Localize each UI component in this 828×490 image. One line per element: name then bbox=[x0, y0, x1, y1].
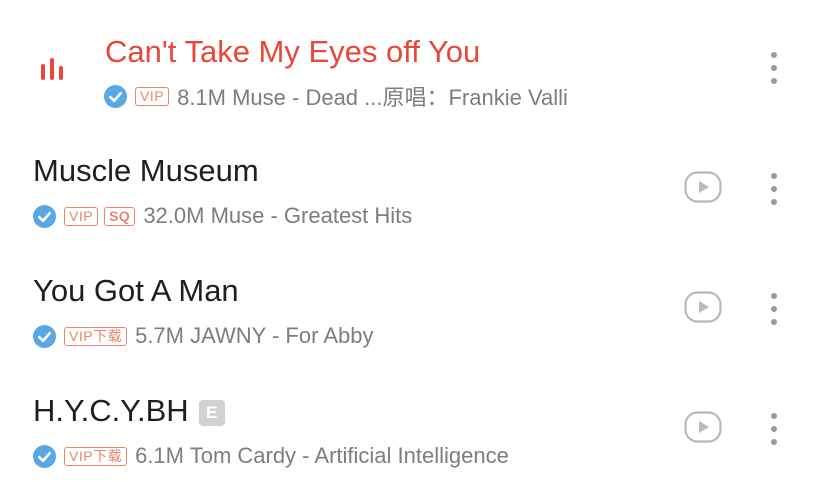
more-vertical-icon[interactable] bbox=[762, 171, 786, 207]
verified-check-icon bbox=[33, 204, 56, 228]
play-circle-icon[interactable] bbox=[684, 411, 722, 443]
verified-check-icon bbox=[33, 444, 56, 468]
song-meta: VIP 8.1M Muse - Dead ...原唱：Frankie Valli bbox=[104, 81, 568, 111]
play-circle-icon[interactable] bbox=[684, 291, 722, 323]
song-row[interactable]: H.Y.C.Y.BH E VIP下载 6.1M Tom Cardy - Artif… bbox=[0, 360, 828, 480]
verified-check-icon bbox=[104, 84, 127, 108]
vip-tag: VIP bbox=[64, 206, 99, 226]
song-title-text: H.Y.C.Y.BH bbox=[33, 393, 189, 428]
song-title: H.Y.C.Y.BH E bbox=[33, 391, 225, 431]
play-circle-icon[interactable] bbox=[684, 171, 722, 203]
song-title: You Got A Man bbox=[33, 273, 239, 308]
more-vertical-icon[interactable] bbox=[762, 411, 786, 447]
verified-check-icon bbox=[33, 324, 56, 348]
song-row[interactable]: Can't Take My Eyes off You VIP 8.1M Muse… bbox=[0, 0, 828, 120]
song-meta: VIP下载 6.1M Tom Cardy - Artificial Intell… bbox=[33, 441, 509, 471]
song-meta: VIP下载 5.7M JAWNY - For Abby bbox=[33, 321, 373, 351]
vip-download-tag: VIP下载 bbox=[64, 446, 128, 466]
sq-tag: SQ bbox=[104, 206, 136, 226]
song-title: Muscle Museum bbox=[33, 153, 259, 188]
explicit-badge: E bbox=[198, 400, 225, 426]
vip-download-tag: VIP下载 bbox=[64, 326, 128, 346]
now-playing-bars-icon bbox=[41, 58, 63, 80]
song-meta-text: 5.7M JAWNY - For Abby bbox=[135, 323, 374, 348]
song-meta: VIP SQ 32.0M Muse - Greatest Hits bbox=[33, 201, 412, 231]
song-meta-text: 8.1M Muse - Dead ...原唱：Frankie Valli bbox=[177, 85, 568, 110]
vip-tag: VIP bbox=[135, 86, 170, 106]
more-vertical-icon[interactable] bbox=[762, 50, 786, 86]
song-title: Can't Take My Eyes off You bbox=[105, 34, 481, 69]
more-vertical-icon[interactable] bbox=[762, 291, 786, 327]
song-row[interactable]: Muscle Museum VIP SQ 32.0M Muse - Greate… bbox=[0, 120, 828, 240]
song-meta-text: 6.1M Tom Cardy - Artificial Intelligence bbox=[135, 443, 509, 468]
song-meta-text: 32.0M Muse - Greatest Hits bbox=[143, 203, 413, 228]
song-row[interactable]: You Got A Man VIP下载 5.7M JAWNY - For Abb… bbox=[0, 240, 828, 360]
song-list: Can't Take My Eyes off You VIP 8.1M Muse… bbox=[0, 0, 828, 490]
